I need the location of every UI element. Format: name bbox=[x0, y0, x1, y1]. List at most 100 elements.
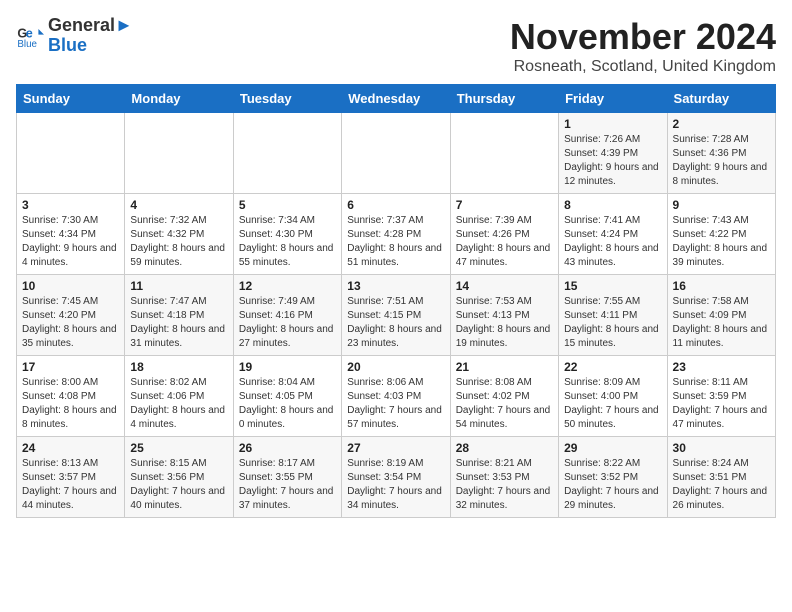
day-number: 30 bbox=[673, 441, 770, 455]
calendar-cell: 2 Sunrise: 7:28 AM Sunset: 4:36 PM Daylig… bbox=[667, 113, 775, 194]
day-info: Sunrise: 8:22 AM Sunset: 3:52 PM Dayligh… bbox=[564, 457, 661, 513]
day-info: Sunrise: 7:47 AM Sunset: 4:18 PM Dayligh… bbox=[130, 295, 227, 351]
day-info: Sunrise: 7:39 AM Sunset: 4:26 PM Dayligh… bbox=[456, 214, 553, 270]
title-section: November 2024 Rosneath, Scotland, United… bbox=[510, 16, 776, 76]
calendar-cell: 24 Sunrise: 8:13 AM Sunset: 3:57 PM Dayli… bbox=[17, 437, 125, 518]
day-number: 2 bbox=[673, 117, 770, 131]
calendar-cell: 9Sunrise: 7:43 AM Sunset: 4:22 PM Daylig… bbox=[667, 194, 775, 275]
calendar-cell bbox=[125, 113, 233, 194]
calendar-cell bbox=[17, 113, 125, 194]
day-number: 10 bbox=[22, 279, 119, 293]
calendar-cell: 29 Sunrise: 8:22 AM Sunset: 3:52 PM Dayli… bbox=[559, 437, 667, 518]
calendar-cell: 21 Sunrise: 8:08 AM Sunset: 4:02 PM Dayli… bbox=[450, 356, 558, 437]
day-number: 4 bbox=[130, 198, 227, 212]
weekday-header-thursday: Thursday bbox=[450, 85, 558, 113]
day-number: 11 bbox=[130, 279, 227, 293]
day-number: 19 bbox=[239, 360, 336, 374]
day-info: Sunrise: 7:32 AM Sunset: 4:32 PM Dayligh… bbox=[130, 214, 227, 270]
day-number: 26 bbox=[239, 441, 336, 455]
calendar-cell: 30 Sunrise: 8:24 AM Sunset: 3:51 PM Dayli… bbox=[667, 437, 775, 518]
day-info: Sunrise: 7:34 AM Sunset: 4:30 PM Dayligh… bbox=[239, 214, 336, 270]
day-number: 7 bbox=[456, 198, 553, 212]
calendar-week-row: 10Sunrise: 7:45 AM Sunset: 4:20 PM Dayli… bbox=[17, 275, 776, 356]
weekday-header-row: SundayMondayTuesdayWednesdayThursdayFrid… bbox=[17, 85, 776, 113]
logo-icon: G e Blue bbox=[16, 22, 44, 50]
calendar-cell: 19 Sunrise: 8:04 AM Sunset: 4:05 PM Dayli… bbox=[233, 356, 341, 437]
weekday-header-saturday: Saturday bbox=[667, 85, 775, 113]
day-number: 21 bbox=[456, 360, 553, 374]
calendar-cell: 7 Sunrise: 7:39 AM Sunset: 4:26 PM Daylig… bbox=[450, 194, 558, 275]
calendar-cell: 14Sunrise: 7:53 AM Sunset: 4:13 PM Dayli… bbox=[450, 275, 558, 356]
calendar-cell: 23 Sunrise: 8:11 AM Sunset: 3:59 PM Dayli… bbox=[667, 356, 775, 437]
day-info: Sunrise: 8:08 AM Sunset: 4:02 PM Dayligh… bbox=[456, 376, 553, 432]
calendar-cell: 13Sunrise: 7:51 AM Sunset: 4:15 PM Dayli… bbox=[342, 275, 450, 356]
day-info: Sunrise: 8:02 AM Sunset: 4:06 PM Dayligh… bbox=[130, 376, 227, 432]
calendar-week-row: 1Sunrise: 7:26 AM Sunset: 4:39 PM Daylig… bbox=[17, 113, 776, 194]
day-info: Sunrise: 7:30 AM Sunset: 4:34 PM Dayligh… bbox=[22, 214, 119, 270]
page-header: G e Blue General► Blue November 2024 Ros… bbox=[16, 16, 776, 76]
day-info: Sunrise: 7:37 AM Sunset: 4:28 PM Dayligh… bbox=[347, 214, 444, 270]
day-number: 12 bbox=[239, 279, 336, 293]
logo-text: General► Blue bbox=[48, 16, 133, 56]
day-info: Sunrise: 8:13 AM Sunset: 3:57 PM Dayligh… bbox=[22, 457, 119, 513]
calendar-cell: 8 Sunrise: 7:41 AM Sunset: 4:24 PM Daylig… bbox=[559, 194, 667, 275]
day-number: 3 bbox=[22, 198, 119, 212]
calendar-cell: 26Sunrise: 8:17 AM Sunset: 3:55 PM Dayli… bbox=[233, 437, 341, 518]
day-info: Sunrise: 8:04 AM Sunset: 4:05 PM Dayligh… bbox=[239, 376, 336, 432]
day-info: Sunrise: 8:11 AM Sunset: 3:59 PM Dayligh… bbox=[673, 376, 770, 432]
day-info: Sunrise: 7:51 AM Sunset: 4:15 PM Dayligh… bbox=[347, 295, 444, 351]
day-info: Sunrise: 7:58 AM Sunset: 4:09 PM Dayligh… bbox=[673, 295, 770, 351]
day-number: 18 bbox=[130, 360, 227, 374]
day-info: Sunrise: 7:41 AM Sunset: 4:24 PM Dayligh… bbox=[564, 214, 661, 270]
day-number: 9 bbox=[673, 198, 770, 212]
day-number: 17 bbox=[22, 360, 119, 374]
weekday-header-sunday: Sunday bbox=[17, 85, 125, 113]
day-number: 14 bbox=[456, 279, 553, 293]
calendar-cell: 5 Sunrise: 7:34 AM Sunset: 4:30 PM Daylig… bbox=[233, 194, 341, 275]
calendar-cell bbox=[342, 113, 450, 194]
calendar-cell bbox=[233, 113, 341, 194]
day-number: 28 bbox=[456, 441, 553, 455]
calendar-cell: 22Sunrise: 8:09 AM Sunset: 4:00 PM Dayli… bbox=[559, 356, 667, 437]
day-number: 29 bbox=[564, 441, 661, 455]
calendar-cell: 17Sunrise: 8:00 AM Sunset: 4:08 PM Dayli… bbox=[17, 356, 125, 437]
calendar-cell: 25Sunrise: 8:15 AM Sunset: 3:56 PM Dayli… bbox=[125, 437, 233, 518]
calendar-cell: 15Sunrise: 7:55 AM Sunset: 4:11 PM Dayli… bbox=[559, 275, 667, 356]
day-info: Sunrise: 7:28 AM Sunset: 4:36 PM Dayligh… bbox=[673, 133, 770, 189]
calendar-table: SundayMondayTuesdayWednesdayThursdayFrid… bbox=[16, 84, 776, 518]
logo: G e Blue General► Blue bbox=[16, 16, 133, 56]
location-title: Rosneath, Scotland, United Kingdom bbox=[510, 58, 776, 76]
day-info: Sunrise: 8:24 AM Sunset: 3:51 PM Dayligh… bbox=[673, 457, 770, 513]
calendar-week-row: 17Sunrise: 8:00 AM Sunset: 4:08 PM Dayli… bbox=[17, 356, 776, 437]
calendar-cell: 16 Sunrise: 7:58 AM Sunset: 4:09 PM Dayli… bbox=[667, 275, 775, 356]
day-number: 8 bbox=[564, 198, 661, 212]
day-info: Sunrise: 7:49 AM Sunset: 4:16 PM Dayligh… bbox=[239, 295, 336, 351]
day-number: 16 bbox=[673, 279, 770, 293]
day-info: Sunrise: 8:09 AM Sunset: 4:00 PM Dayligh… bbox=[564, 376, 661, 432]
calendar-cell: 28 Sunrise: 8:21 AM Sunset: 3:53 PM Dayli… bbox=[450, 437, 558, 518]
calendar-cell: 6 Sunrise: 7:37 AM Sunset: 4:28 PM Daylig… bbox=[342, 194, 450, 275]
day-number: 20 bbox=[347, 360, 444, 374]
weekday-header-friday: Friday bbox=[559, 85, 667, 113]
day-info: Sunrise: 8:19 AM Sunset: 3:54 PM Dayligh… bbox=[347, 457, 444, 513]
day-number: 27 bbox=[347, 441, 444, 455]
day-info: Sunrise: 8:15 AM Sunset: 3:56 PM Dayligh… bbox=[130, 457, 227, 513]
svg-text:Blue: Blue bbox=[17, 39, 37, 50]
weekday-header-tuesday: Tuesday bbox=[233, 85, 341, 113]
day-info: Sunrise: 7:26 AM Sunset: 4:39 PM Dayligh… bbox=[564, 133, 661, 189]
svg-text:e: e bbox=[26, 26, 33, 40]
day-number: 15 bbox=[564, 279, 661, 293]
calendar-cell: 10Sunrise: 7:45 AM Sunset: 4:20 PM Dayli… bbox=[17, 275, 125, 356]
day-number: 23 bbox=[673, 360, 770, 374]
calendar-week-row: 24 Sunrise: 8:13 AM Sunset: 3:57 PM Dayli… bbox=[17, 437, 776, 518]
calendar-cell bbox=[450, 113, 558, 194]
calendar-cell: 18 Sunrise: 8:02 AM Sunset: 4:06 PM Dayli… bbox=[125, 356, 233, 437]
day-number: 6 bbox=[347, 198, 444, 212]
day-number: 5 bbox=[239, 198, 336, 212]
day-number: 24 bbox=[22, 441, 119, 455]
calendar-cell: 27 Sunrise: 8:19 AM Sunset: 3:54 PM Dayli… bbox=[342, 437, 450, 518]
calendar-cell: 4 Sunrise: 7:32 AM Sunset: 4:32 PM Daylig… bbox=[125, 194, 233, 275]
day-info: Sunrise: 8:21 AM Sunset: 3:53 PM Dayligh… bbox=[456, 457, 553, 513]
calendar-cell: 20Sunrise: 8:06 AM Sunset: 4:03 PM Dayli… bbox=[342, 356, 450, 437]
month-title: November 2024 bbox=[510, 16, 776, 58]
